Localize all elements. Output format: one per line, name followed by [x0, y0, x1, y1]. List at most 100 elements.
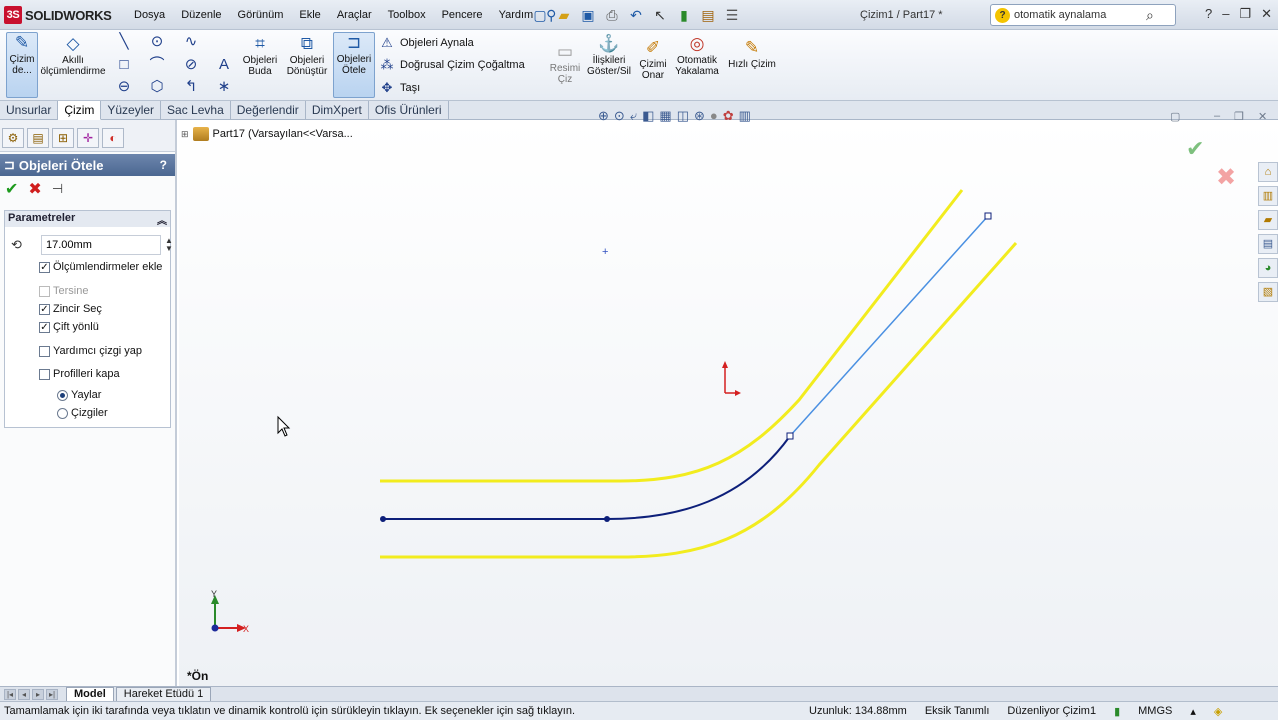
appearance-icon[interactable]: ● [710, 108, 718, 124]
prev-tab-icon[interactable]: ◂ [18, 688, 30, 700]
tab-degerlendir[interactable]: Değerlendir [231, 101, 306, 120]
search-icon[interactable]: ⌕ [1146, 7, 1154, 24]
repair-sketch-button[interactable]: ✐ Çizimi Onar [637, 38, 669, 81]
menu-toolbox[interactable]: Toolbox [380, 9, 434, 21]
configuration-manager-icon[interactable]: ⊞ [52, 128, 74, 148]
menu-dosya[interactable]: Dosya [126, 9, 173, 21]
linear-pattern-button[interactable]: ⁂ Doğrusal Çizim Çoğaltma [378, 55, 525, 75]
radio-dot[interactable] [57, 407, 68, 419]
scene-icon[interactable]: ✿ [723, 108, 734, 124]
arc-icon[interactable]: ⌒ [148, 56, 166, 74]
tab-cizim[interactable]: Çizim [58, 101, 102, 120]
relations-button[interactable]: ⚓ İlişkileri Göster/Sil [585, 34, 633, 77]
spline-icon[interactable]: ∿ [182, 33, 200, 51]
quick-snaps-button[interactable]: ◎ Otomatik Yakalama [673, 34, 721, 77]
checkbox-box[interactable]: ✓ [39, 261, 50, 273]
solidworks-logo[interactable]: 3S SOLIDWORKS [4, 5, 112, 25]
help-bubble-icon[interactable]: ◈ [1205, 705, 1231, 718]
tab-ofis-urunleri[interactable]: Ofis Ürünleri [369, 101, 449, 120]
expand-icon[interactable]: ⊞ [181, 129, 189, 140]
dimxpert-manager-icon[interactable]: ✛ [77, 128, 99, 148]
menu-gorunum[interactable]: Görünüm [230, 9, 292, 21]
polygon-icon[interactable]: ⬡ [148, 78, 166, 96]
viewport-close-icon[interactable]: ✕ [1258, 110, 1267, 123]
selected-chain-line[interactable] [383, 435, 791, 520]
parameters-header[interactable]: Parametreler ︽ [5, 211, 170, 227]
slot-icon[interactable]: ⊖ [115, 78, 133, 96]
sketch-canvas[interactable]: + Y X [179, 120, 1278, 686]
rebuild-status-icon[interactable]: ▮ [1105, 705, 1129, 718]
selected-chain-segment[interactable] [789, 215, 989, 437]
minimize-icon[interactable]: – [1222, 6, 1229, 22]
feature-manager-icon[interactable]: ⚙ [2, 128, 24, 148]
file-properties-icon[interactable]: ▤ [698, 5, 718, 25]
sketch-button[interactable]: ✎ Çizim de... [6, 32, 38, 98]
next-tab-icon[interactable]: ▸ [32, 688, 44, 700]
open-folder-icon[interactable]: ▰ [554, 5, 574, 25]
select-arrow-icon[interactable]: ↖ [650, 5, 670, 25]
ellipse-icon[interactable]: ⊘ [182, 56, 200, 74]
appearances-icon[interactable]: ◕ [1258, 258, 1278, 278]
view-orientation-icon[interactable]: ▦ [659, 108, 671, 124]
print-icon[interactable]: ⎙ [602, 5, 622, 25]
menu-ekle[interactable]: Ekle [291, 9, 328, 21]
construction-geometry-checkbox[interactable]: Yardımcı çizgi yap [39, 345, 142, 357]
smart-dimension-button[interactable]: ◇ Akıllı ölçümlendirme [40, 34, 106, 77]
search-input[interactable] [1014, 9, 1144, 21]
zoom-area-icon[interactable]: ⊙ [614, 108, 625, 124]
checkbox-box[interactable]: ✓ [39, 321, 50, 333]
rebuild-icon[interactable]: ▮ [674, 5, 694, 25]
offset-curve-upper[interactable] [380, 189, 964, 483]
display-manager-icon[interactable]: ◐ [102, 128, 124, 148]
ok-icon[interactable]: ✔ [5, 179, 18, 199]
move-button[interactable]: ✥ Taşı [378, 78, 421, 98]
pushpin-icon[interactable]: ⊣ [52, 181, 63, 197]
sketch-picture-button[interactable]: ▭ Resimi Çiz [548, 42, 582, 85]
collapse-icon[interactable]: ︽ [157, 212, 167, 227]
line-icon[interactable]: ╲ [115, 33, 133, 51]
bidirectional-checkbox[interactable]: ✓ Çift yönlü [39, 321, 99, 333]
circle-icon[interactable]: ⊙ [148, 33, 166, 51]
custom-properties-icon[interactable]: ▧ [1258, 282, 1278, 302]
save-icon[interactable]: ▣ [578, 5, 598, 25]
viewport-restore-icon[interactable]: ❐ [1234, 110, 1244, 123]
status-units[interactable]: MMGS [1129, 705, 1181, 717]
tab-sac-levha[interactable]: Sac Levha [161, 101, 231, 120]
cap-lines-radio[interactable]: Çizgiler [57, 407, 108, 419]
offset-button[interactable]: ⊐ Objeleri Ötele [333, 32, 375, 98]
design-library-icon[interactable]: ▥ [1258, 186, 1278, 206]
section-view-icon[interactable]: ◧ [642, 108, 654, 124]
new-document-icon[interactable]: ▢ [530, 5, 550, 25]
tab-dimxpert[interactable]: DimXpert [306, 101, 369, 120]
checkbox-box[interactable] [39, 285, 50, 297]
cap-ends-checkbox[interactable]: Profilleri kapa [39, 368, 120, 380]
rectangle-icon[interactable]: □ [115, 56, 133, 74]
tab-unsurlar[interactable]: Unsurlar [0, 101, 59, 120]
convert-button[interactable]: ⧉ Objeleri Dönüştür [284, 34, 330, 77]
reverse-checkbox[interactable]: Tersine [39, 285, 88, 297]
feature-tree-root[interactable]: ⊞ Part17 (Varsayılan<<Varsa... [181, 127, 353, 141]
confirm-cancel-icon[interactable]: ✖ [1216, 163, 1236, 192]
view-palette-icon[interactable]: ▤ [1258, 234, 1278, 254]
tab-model[interactable]: Model [66, 687, 114, 701]
text-icon[interactable]: A [215, 56, 233, 74]
distance-spinner[interactable]: ▲ ▼ [165, 237, 173, 253]
offset-distance-input[interactable] [41, 235, 161, 255]
display-style-icon[interactable]: ◫ [677, 108, 689, 124]
viewport-minimize-icon[interactable]: – [1214, 110, 1220, 122]
endpoint-left[interactable] [380, 516, 386, 522]
tab-motion-study[interactable]: Hareket Etüdü 1 [115, 687, 212, 701]
menu-duzenle[interactable]: Düzenle [173, 9, 229, 21]
units-menu-icon[interactable]: ▴ [1181, 705, 1205, 718]
cap-arcs-radio[interactable]: Yaylar [57, 389, 101, 401]
first-tab-icon[interactable]: |◂ [4, 688, 16, 700]
resources-icon[interactable]: ⌂ [1258, 162, 1278, 182]
checkbox-box[interactable]: ✓ [39, 303, 50, 315]
last-tab-icon[interactable]: ▸| [46, 688, 58, 700]
radio-dot[interactable] [57, 389, 68, 401]
property-manager-icon[interactable]: ▤ [27, 128, 49, 148]
endpoint-tangent[interactable] [604, 516, 610, 522]
zoom-to-fit-icon[interactable]: ⊕ [598, 108, 609, 124]
checkbox-box[interactable] [39, 345, 50, 357]
hide-show-icon[interactable]: ⊛ [694, 108, 705, 124]
